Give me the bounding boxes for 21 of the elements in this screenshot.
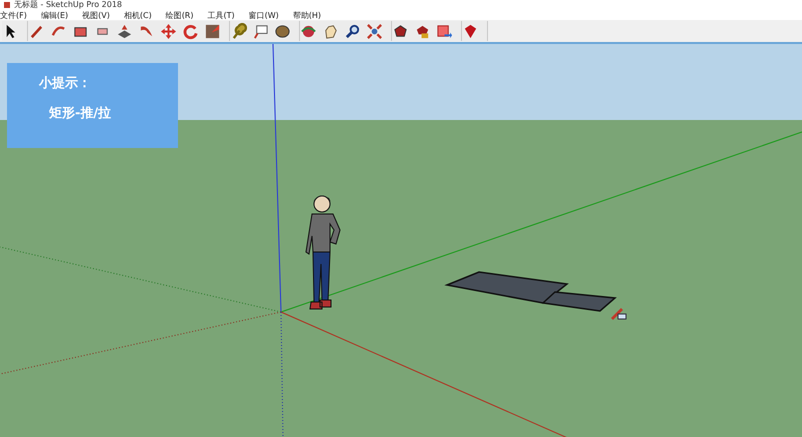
menu-item[interactable]: 相机(C) (124, 10, 152, 20)
tip-title: 小提示： (39, 75, 92, 92)
zoom-extents-icon[interactable] (366, 22, 383, 40)
menu-item[interactable]: 帮助(H) (292, 10, 322, 20)
export-icon[interactable] (436, 22, 453, 40)
pencil-cursor-icon (611, 308, 626, 320)
menu-item[interactable]: 文件(F) (0, 10, 27, 20)
rotate-icon[interactable] (182, 22, 199, 40)
magnifier-icon[interactable] (344, 22, 361, 40)
text-icon[interactable] (252, 22, 269, 40)
menu-item[interactable]: 视图(V) (82, 10, 110, 20)
move-icon[interactable] (160, 22, 177, 40)
pushpull-icon[interactable] (116, 22, 133, 40)
menu-item[interactable]: 窗口(W) (248, 10, 279, 20)
ruby-icon[interactable] (462, 22, 479, 40)
window-title: 无标题 - SketchUp Pro 2018 (14, 0, 122, 10)
app-icon (4, 2, 10, 8)
menu-item[interactable]: 工具(T) (208, 10, 235, 20)
tip-text: 矩形-推/拉 (49, 105, 112, 122)
menu-item[interactable]: 绘图(R) (166, 10, 194, 20)
menu-item[interactable]: 编辑(E) (40, 10, 68, 20)
